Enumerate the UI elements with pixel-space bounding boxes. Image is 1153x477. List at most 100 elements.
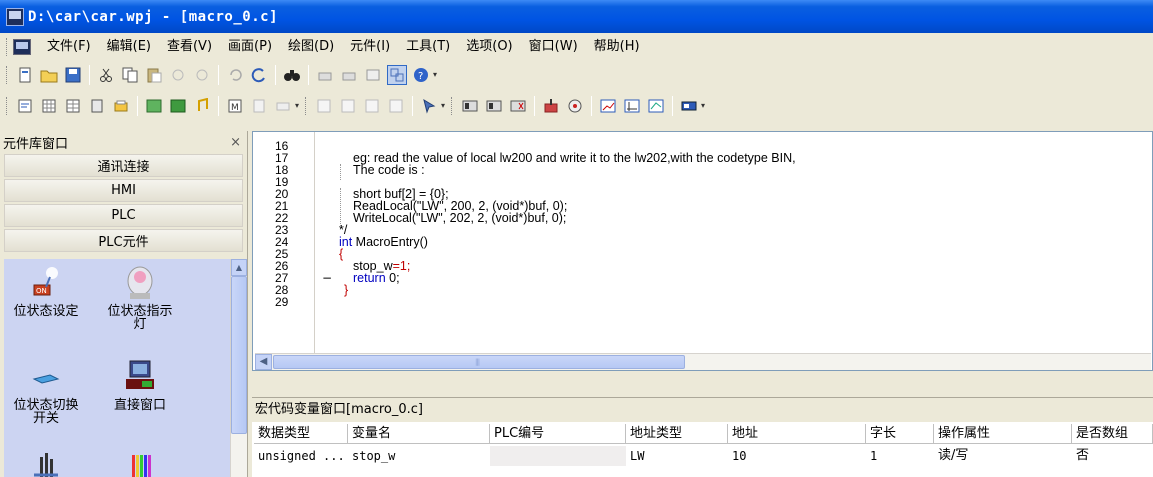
sound-icon[interactable] <box>192 96 212 116</box>
column-header[interactable]: 是否数组 <box>1072 424 1153 444</box>
group-hmi[interactable]: HMI <box>4 179 243 202</box>
toolbar-overflow-icon[interactable]: ▾ <box>295 97 303 115</box>
menu-screen[interactable]: 画面(P) <box>220 37 280 57</box>
column-header[interactable]: 地址类型 <box>626 424 728 444</box>
find-icon[interactable] <box>282 65 302 85</box>
part-direct-window[interactable]: 直接窗口 <box>92 359 188 412</box>
help-icon[interactable]: ? <box>411 65 431 85</box>
table-cell[interactable]: unsigned ... <box>254 446 348 466</box>
table-cell[interactable]: 否 <box>1072 446 1153 466</box>
image-icon[interactable] <box>144 96 164 116</box>
toolbar-grip[interactable] <box>451 97 454 115</box>
save-icon[interactable] <box>63 65 83 85</box>
copy-icon[interactable] <box>120 65 140 85</box>
transfer-disabled-icon[interactable] <box>273 96 293 116</box>
table-cell[interactable] <box>490 446 626 466</box>
part-bit-toggle[interactable]: 位状态切换 开关 <box>4 359 94 425</box>
table-cell[interactable]: LW <box>626 446 728 466</box>
history-chart-icon[interactable] <box>646 96 666 116</box>
scroll-up-icon[interactable]: ▲ <box>231 259 247 276</box>
redo-disabled-icon[interactable] <box>192 65 212 85</box>
toolbar-grip[interactable] <box>6 97 9 115</box>
stop-transfer-icon[interactable] <box>508 96 528 116</box>
align-top-icon[interactable] <box>362 96 382 116</box>
menu-view[interactable]: 查看(V) <box>159 37 220 57</box>
column-header[interactable]: 操作属性 <box>934 424 1072 444</box>
group-plc[interactable]: PLC <box>4 204 243 227</box>
grid-toggle-icon[interactable] <box>387 65 407 85</box>
online-simulate-icon[interactable] <box>565 96 585 116</box>
group-plc-parts[interactable]: PLC元件 <box>4 229 243 252</box>
column-header[interactable]: 数据类型 <box>254 424 348 444</box>
menu-options[interactable]: 选项(O) <box>458 37 520 57</box>
print-icon[interactable] <box>315 65 335 85</box>
close-icon[interactable]: × <box>230 135 241 150</box>
menu-file[interactable]: 文件(F) <box>39 37 99 57</box>
new-file-icon[interactable] <box>15 65 35 85</box>
part-bit-lamp[interactable]: 位状态指示 灯 <box>92 265 188 331</box>
menu-tools[interactable]: 工具(T) <box>398 37 458 57</box>
text-disabled-icon[interactable] <box>249 96 269 116</box>
database-icon[interactable] <box>111 96 131 116</box>
macro-icon[interactable]: M <box>225 96 245 116</box>
app-icon[interactable] <box>6 7 24 26</box>
print-preview-icon[interactable] <box>339 65 359 85</box>
menubar-grip[interactable] <box>6 37 9 56</box>
scroll-thumb[interactable] <box>231 276 247 434</box>
picture-library-icon[interactable] <box>168 96 188 116</box>
align-bottom-icon[interactable] <box>386 96 406 116</box>
palette-scrollbar[interactable]: ▲ <box>230 259 247 477</box>
bit-table-icon[interactable] <box>39 96 59 116</box>
group-communication[interactable]: 通讯连接 <box>4 154 243 177</box>
align-left-icon[interactable] <box>314 96 334 116</box>
scroll-left-icon[interactable]: ◀ <box>255 354 272 370</box>
align-right-icon[interactable] <box>338 96 358 116</box>
pointer-icon[interactable] <box>419 96 439 116</box>
toolbar-overflow-icon[interactable]: ▾ <box>441 97 449 115</box>
undo-disabled-icon[interactable] <box>168 65 188 85</box>
screen-icon[interactable] <box>363 65 383 85</box>
menu-help[interactable]: 帮助(H) <box>586 37 648 57</box>
table-cell[interactable]: stop_w <box>348 446 490 466</box>
menu-draw[interactable]: 绘图(D) <box>280 37 342 57</box>
menu-parts[interactable]: 元件(I) <box>342 37 398 57</box>
word-table-icon[interactable] <box>63 96 83 116</box>
part-more-1[interactable] <box>4 449 94 477</box>
trend-chart-icon[interactable] <box>598 96 618 116</box>
toolbar-grip[interactable] <box>6 66 9 84</box>
document-icon[interactable] <box>13 38 31 55</box>
compile-icon[interactable] <box>15 96 35 116</box>
column-header[interactable]: 地址 <box>728 424 866 444</box>
parts-toolbar: M ▾ ▾ ▾ <box>0 91 1153 121</box>
toolbar-overflow-icon[interactable]: ▾ <box>433 66 441 84</box>
redo-icon[interactable] <box>249 65 269 85</box>
variable-window-title: 宏代码变量窗口[macro_0.c] <box>252 398 1153 422</box>
column-header[interactable]: PLC编号 <box>490 424 626 444</box>
upload-icon[interactable] <box>484 96 504 116</box>
cut-icon[interactable] <box>96 65 116 85</box>
menu-window[interactable]: 窗口(W) <box>521 37 586 57</box>
record-icon[interactable] <box>87 96 107 116</box>
column-header[interactable]: 变量名 <box>348 424 490 444</box>
toolbar-grip[interactable] <box>305 97 308 115</box>
address-tag-icon[interactable] <box>679 96 699 116</box>
menu-edit[interactable]: 编辑(E) <box>99 37 159 57</box>
editor-hscrollbar[interactable]: ◀ ||| <box>255 353 1151 370</box>
toolbar-separator <box>218 96 219 116</box>
part-bit-set[interactable]: ON 位状态设定 <box>4 265 94 318</box>
open-folder-icon[interactable] <box>39 65 59 85</box>
fold-collapse-icon[interactable]: − <box>322 272 332 284</box>
download-icon[interactable] <box>460 96 480 116</box>
undo-icon[interactable] <box>225 65 245 85</box>
column-header[interactable]: 字长 <box>866 424 934 444</box>
part-more-2[interactable] <box>92 449 188 477</box>
table-cell[interactable]: 10 <box>728 446 866 466</box>
paste-icon[interactable] <box>144 65 164 85</box>
toolbar-overflow-icon[interactable]: ▾ <box>701 97 709 115</box>
table-cell[interactable]: 读/写 <box>934 446 1072 466</box>
table-cell[interactable]: 1 <box>866 446 934 466</box>
code-editor[interactable]: 16 17 18 19 20 21 22 23 24 25 26 27 28 2… <box>252 131 1153 371</box>
simulate-icon[interactable] <box>541 96 561 116</box>
xy-chart-icon[interactable] <box>622 96 642 116</box>
code-line-24: int MacroEntry() <box>339 236 428 249</box>
